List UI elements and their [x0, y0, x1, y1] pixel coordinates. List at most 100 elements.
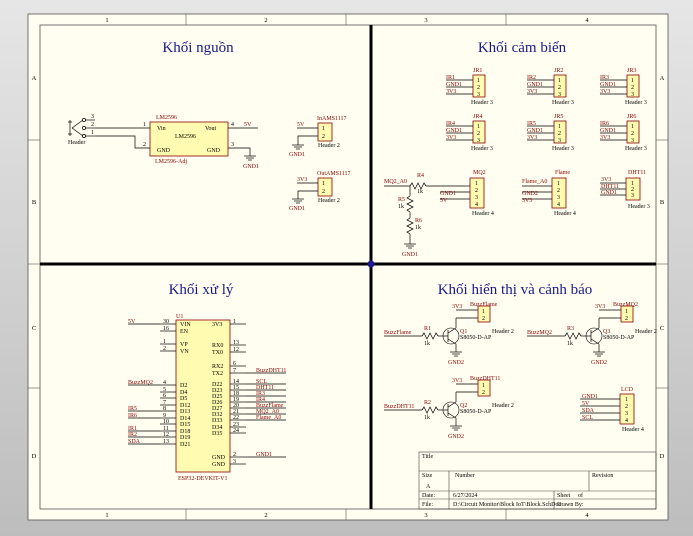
esp32-pin-name: D19	[180, 435, 190, 441]
esp32-pin-name: RX2	[212, 364, 223, 370]
ir-header-value: Header 3	[471, 100, 493, 106]
file-label: File:	[422, 502, 433, 508]
zone-row-a-right: A	[660, 75, 665, 82]
ir-header-pin: 3	[477, 92, 480, 98]
esp32-ref: U1	[176, 314, 183, 320]
ir-net-vcc: 3V3	[600, 89, 610, 95]
dht11-net-gnd: GND1	[601, 190, 617, 196]
driver-vcc: 3V3	[452, 304, 462, 310]
drawn-by-label: Drawn By:	[557, 502, 584, 508]
inams-pin2: 2	[322, 134, 325, 140]
of-label: of	[578, 492, 583, 499]
lm2596-name: LM2596	[175, 134, 196, 140]
driver-resistor-value: 1k	[424, 415, 430, 421]
outams-gnd: GND1	[289, 206, 305, 212]
r5-value: 1k	[398, 204, 404, 210]
lcd-ref: LCD	[621, 387, 634, 393]
esp32-pin-name: 3V3	[212, 322, 222, 328]
esp32-pin-name: D13	[180, 409, 190, 415]
zone-row-b-right: B	[660, 199, 665, 206]
outams-net: 3V3	[297, 177, 307, 183]
esp32-pin-net: 5V	[128, 319, 136, 325]
dht11-ref: DHT11	[628, 170, 646, 176]
driver-header-pin: 2	[482, 316, 485, 322]
esp32-pin-number: 24	[233, 428, 239, 434]
ir-net-gnd: GND1	[527, 128, 543, 134]
outams-ref: OutAMS1117	[317, 171, 351, 177]
ir-header-value: Header 3	[552, 100, 574, 106]
header-pin: 1	[557, 181, 560, 187]
lm2596-pin1: 1	[143, 122, 146, 128]
esp32-pin-number: 6	[233, 361, 236, 367]
esp32-pin-name: D15	[180, 422, 190, 428]
driver-resistor-ref: R1	[424, 326, 431, 332]
ir-header-value: Header 3	[625, 100, 647, 106]
sheet-border	[27, 13, 669, 521]
esp32-pin-name: D21	[180, 442, 190, 448]
esp32-pin-number: 13	[163, 439, 169, 445]
driver-input-net: BuzzFlame	[384, 330, 412, 336]
outams-pin2: 2	[322, 189, 325, 195]
flame-net-a0: Flame_A0	[522, 179, 547, 185]
esp32-pin-number: 10	[163, 419, 169, 425]
driver-transistor-value: S8050-D-AP	[460, 409, 492, 415]
driver-input-net: BuzzDHT11	[384, 404, 414, 410]
inams-pin1: 1	[322, 126, 325, 132]
ir-header-value: Header 3	[552, 146, 574, 152]
dht11-net-3v3: 3V3	[601, 177, 611, 183]
header-pin: 2	[557, 188, 560, 194]
mq2-value: Header 4	[472, 211, 494, 217]
driver-transistor-value: S8050-D-AP	[460, 335, 492, 341]
esp32-pin-net: IR6	[128, 413, 137, 419]
outams-pin1: 1	[322, 181, 325, 187]
esp32-pin-name: GND	[212, 455, 226, 461]
header-pin: 2	[475, 188, 478, 194]
esp32-pin-number: 16	[163, 326, 169, 332]
zone-col-3-bottom: 3	[424, 512, 427, 519]
driver-header-pin: 1	[482, 309, 485, 315]
header-pin: 3	[557, 195, 560, 201]
lm2596-vin: Vin	[157, 126, 166, 132]
size-value: A	[426, 484, 431, 490]
esp32-pin-name: TX2	[212, 371, 223, 377]
inams-net: 5V	[297, 122, 305, 128]
ir-header-pin: 1	[631, 78, 634, 84]
driver-gnd: GND2	[448, 434, 464, 440]
lcd-net: 5V	[582, 401, 590, 407]
ir-net-gnd: GND1	[600, 128, 616, 134]
ir-header-pin: 3	[558, 92, 561, 98]
file-value: D:\Circuit Monitor\Block IoT\Block.SchDo…	[453, 502, 561, 508]
esp32-pin-number: 22	[233, 415, 239, 421]
gnd1-lm: GND1	[243, 164, 259, 170]
ir-header-pin: 3	[477, 138, 480, 144]
ir-net-gnd: GND1	[446, 128, 462, 134]
ir-net-signal: IR3	[600, 75, 609, 81]
inams-value: Header 2	[318, 143, 340, 149]
ir-header-pin: 2	[631, 85, 634, 91]
sheet-label: Sheet	[557, 493, 571, 499]
date-value: 6/27/2024	[453, 493, 477, 499]
esp32-pin-net: GND1	[256, 452, 272, 458]
esp32-pin-name: TX0	[212, 350, 223, 356]
esp32-pin-number: 1	[233, 319, 236, 325]
driver-vcc: 3V3	[595, 304, 605, 310]
ir-header-pin: 3	[558, 138, 561, 144]
esp32-pin-number: 3	[233, 459, 236, 465]
ir-header-label: JR6	[627, 114, 636, 120]
inams-ref: InAMS1117	[317, 116, 347, 122]
revision-label: Revision	[592, 473, 613, 479]
driver-resistor-value: 1k	[424, 341, 430, 347]
esp32-pin-net: BuzzMQ2	[128, 380, 153, 386]
lcd-value: Header 4	[622, 427, 644, 433]
mq2-net-gnd: GND1	[440, 191, 456, 197]
outams-value: Header 2	[318, 198, 340, 204]
ir-net-vcc: 3V3	[527, 89, 537, 95]
lm2596-gnd-right: GND	[207, 148, 221, 154]
inams-body	[317, 122, 333, 142]
driver-header-value: Header 2	[492, 329, 514, 335]
r5-ref: R5	[398, 197, 405, 203]
driver-header-pin: 1	[482, 383, 485, 389]
driver-header-value: Header 2	[492, 403, 514, 409]
dht11-value: Header 3	[628, 204, 650, 210]
flame-value: Header 4	[554, 211, 576, 217]
